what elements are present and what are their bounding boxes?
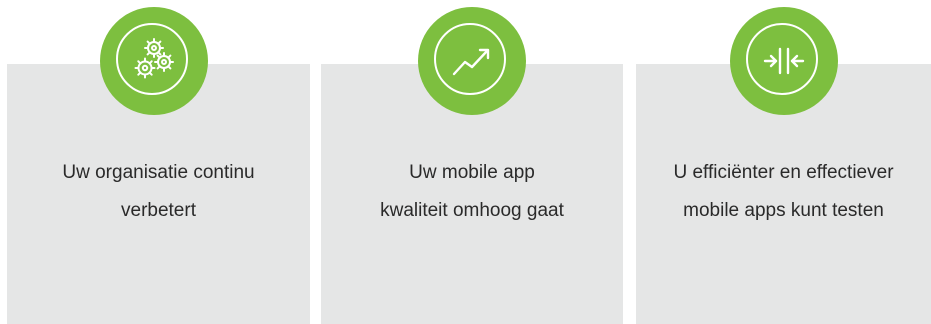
benefit-text-line-1: Uw mobile app bbox=[409, 162, 535, 183]
benefit-text: U efficiënter en effectiever mobile apps… bbox=[636, 154, 931, 230]
benefit-text-line-2: mobile apps kunt testen bbox=[683, 200, 884, 221]
benefit-text-line-1: Uw organisatie continu bbox=[62, 162, 255, 183]
benefit-text-line-2: verbetert bbox=[121, 200, 196, 221]
gears-icon-graphic bbox=[134, 38, 174, 79]
compress-arrows-icon-graphic bbox=[763, 47, 805, 75]
benefits-section: Uw organisatie continu verbetert Uw mobi… bbox=[0, 0, 931, 324]
benefit-text: Uw organisatie continu verbetert bbox=[7, 154, 310, 230]
benefit-text: Uw mobile app kwaliteit omhoog gaat bbox=[321, 154, 623, 230]
trend-up-arrow-icon bbox=[418, 7, 526, 115]
benefit-text-line-1: U efficiënter en effectiever bbox=[673, 162, 894, 183]
benefit-text-line-2: kwaliteit omhoog gaat bbox=[380, 200, 564, 221]
gears-icon bbox=[100, 7, 208, 115]
trend-up-arrow-icon-graphic bbox=[452, 48, 490, 76]
compress-arrows-icon bbox=[730, 7, 838, 115]
